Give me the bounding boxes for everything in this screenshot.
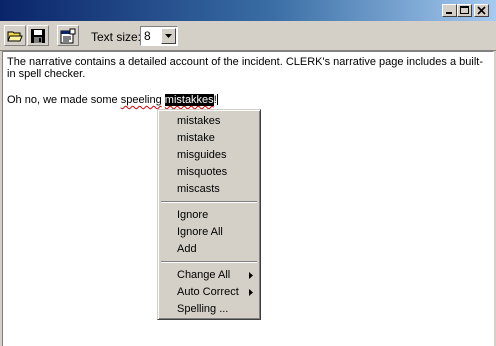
text-size-label: Text size: — [91, 30, 142, 44]
save-button[interactable] — [27, 25, 49, 46]
menu-item-label: Spelling ... — [177, 303, 229, 315]
misspelled-word[interactable]: speeling — [121, 94, 162, 106]
properties-icon — [60, 28, 76, 44]
menu-item-label: Add — [177, 243, 197, 255]
menu-item-label: miscasts — [177, 183, 220, 195]
menu-item-suggestion[interactable]: mistakes — [159, 113, 259, 129]
text-size-dropdown-button[interactable] — [161, 28, 176, 44]
maximize-button[interactable] — [457, 4, 472, 17]
menu-item-spelling[interactable]: Spelling ... — [159, 301, 259, 317]
text-size-value: 8 — [144, 29, 151, 43]
title-bar[interactable] — [0, 0, 496, 21]
open-button[interactable] — [4, 25, 26, 46]
minimize-button[interactable] — [442, 4, 457, 17]
menu-item-label: misquotes — [177, 166, 228, 178]
menu-item-suggestion[interactable]: misguides — [159, 147, 259, 163]
menu-item-add[interactable]: Add — [159, 241, 259, 257]
text-size-select[interactable]: 8 — [140, 26, 178, 46]
menu-item-ignore-all[interactable]: Ignore All — [159, 224, 259, 240]
save-disk-icon — [31, 29, 45, 43]
narrative-paragraph-1: The narrative contains a detailed accoun… — [7, 56, 483, 80]
close-button[interactable] — [474, 4, 489, 17]
chevron-right-icon — [249, 289, 253, 296]
close-icon — [477, 6, 486, 15]
menu-item-ignore[interactable]: Ignore — [159, 207, 259, 223]
menu-item-label: mistakes — [177, 115, 221, 127]
menu-item-label: misguides — [177, 149, 227, 161]
menu-item-suggestion[interactable]: miscasts — [159, 181, 259, 197]
spellcheck-context-menu: mistakes mistake misguides misquotes mis… — [157, 109, 261, 320]
minimize-icon — [446, 12, 452, 14]
text-caret — [216, 94, 218, 105]
menu-separator — [161, 201, 257, 203]
menu-item-auto-correct[interactable]: Auto Correct — [159, 284, 259, 300]
menu-item-label: Ignore — [177, 209, 209, 221]
menu-item-label: Ignore All — [177, 226, 223, 238]
maximize-icon — [460, 6, 469, 14]
properties-button[interactable] — [57, 25, 79, 46]
open-folder-icon — [7, 31, 23, 42]
toolbar: Text size: 8 — [0, 21, 496, 51]
menu-item-suggestion[interactable]: misquotes — [159, 164, 259, 180]
menu-separator — [161, 261, 257, 263]
menu-item-label: mistake — [177, 132, 215, 144]
menu-item-label: Change All — [177, 269, 231, 281]
menu-item-change-all[interactable]: Change All — [159, 267, 259, 283]
menu-item-label: Auto Correct — [177, 286, 239, 298]
selected-misspelled-word[interactable]: mistakkes — [164, 94, 214, 106]
narrative-paragraph-2: Oh no, we made some speeling mistakkes! — [7, 94, 218, 106]
menu-item-suggestion[interactable]: mistake — [159, 130, 259, 146]
chevron-down-icon — [165, 34, 172, 38]
paragraph-2-text: Oh no, we made some — [7, 94, 121, 106]
chevron-right-icon — [249, 272, 253, 279]
